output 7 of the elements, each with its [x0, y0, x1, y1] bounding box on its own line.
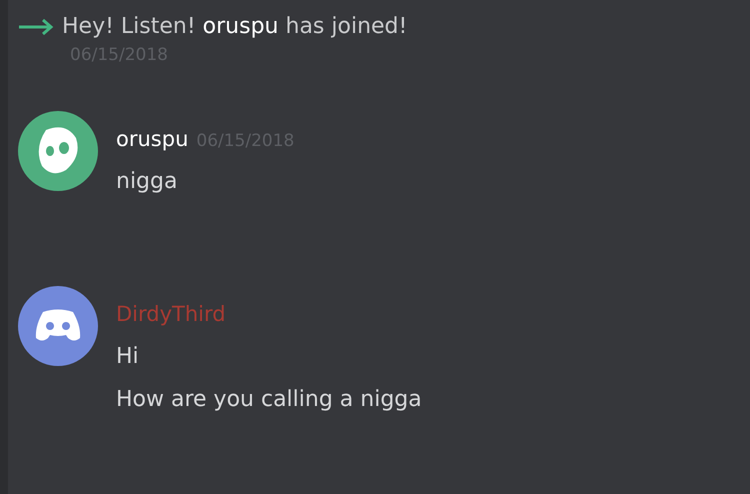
arrow-icon: [18, 18, 54, 34]
username[interactable]: oruspu: [116, 127, 188, 151]
message-text: How are you calling a nigga: [116, 387, 422, 412]
blob-icon: [36, 126, 80, 176]
message-text: Hi: [116, 344, 140, 369]
join-text: Hey! Listen! oruspu has joined!: [62, 14, 408, 39]
message-text: nigga: [116, 169, 178, 194]
